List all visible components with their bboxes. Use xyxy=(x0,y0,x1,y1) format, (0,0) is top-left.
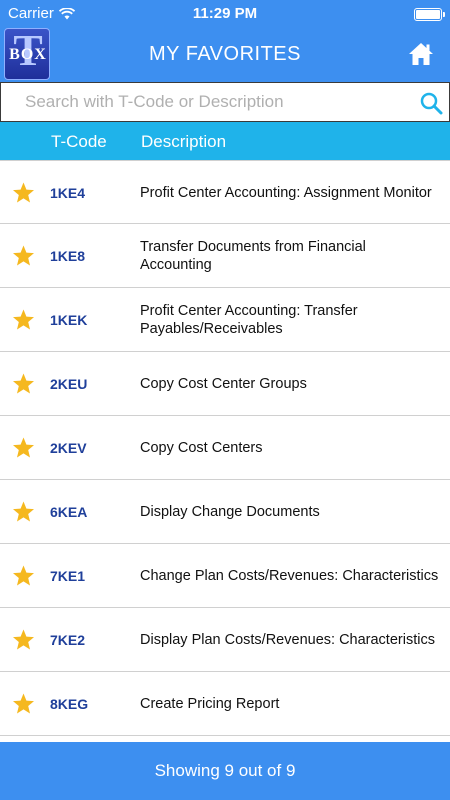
column-tcode-header: T-Code xyxy=(51,132,107,151)
column-description-header: Description xyxy=(141,132,227,151)
row-description: Create Pricing Report xyxy=(140,696,280,712)
results-footer: Showing 9 out of 9 xyxy=(0,742,450,800)
row-tcode: 1KE8 xyxy=(50,248,86,264)
star-icon[interactable] xyxy=(11,436,36,460)
star-icon[interactable] xyxy=(11,564,36,588)
battery-icon xyxy=(414,8,445,21)
row-tcode: 7KE1 xyxy=(50,568,86,584)
star-icon[interactable] xyxy=(11,372,36,396)
row-tcode: 2KEU xyxy=(50,376,88,392)
row-description: Profit Center Accounting: Assignment Mon… xyxy=(140,185,432,201)
row-tcode: 1KEK xyxy=(50,312,88,328)
page-title: MY FAVORITES xyxy=(149,43,301,65)
list-item[interactable]: 1KE8 Transfer Documents from Financial A… xyxy=(0,224,450,288)
row-description: Profit Center Accounting: Transfer Payab… xyxy=(140,303,358,337)
favorites-list: 1KE4 Profit Center Accounting: Assignmen… xyxy=(0,160,450,740)
row-description: Transfer Documents from Financial Accoun… xyxy=(140,239,366,273)
nav-bar: T BOX MY FAVORITES xyxy=(0,28,450,82)
row-description: Copy Cost Centers xyxy=(140,440,263,456)
status-time: 11:29 PM xyxy=(192,5,258,22)
column-header: T-Code Description xyxy=(0,122,450,160)
row-tcode: 8KEG xyxy=(50,696,89,712)
list-item[interactable]: 2KEV Copy Cost Centers xyxy=(0,416,450,480)
search-input[interactable] xyxy=(1,83,401,120)
row-tcode: 1KE4 xyxy=(50,185,86,201)
list-item[interactable]: 7KE1 Change Plan Costs/Revenues: Charact… xyxy=(0,544,450,608)
list-item[interactable]: 1KEK Profit Center Accounting: Transfer … xyxy=(0,288,450,352)
row-description: Copy Cost Center Groups xyxy=(140,376,307,392)
search-icon[interactable] xyxy=(419,91,443,115)
row-description: Change Plan Costs/Revenues: Characterist… xyxy=(140,568,439,584)
row-tcode: 6KEA xyxy=(50,504,88,520)
row-tcode: 2KEV xyxy=(50,440,87,456)
list-item[interactable]: 2KEU Copy Cost Center Groups xyxy=(0,352,450,416)
status-bar: Carrier 11:29 PM xyxy=(0,0,450,28)
star-icon[interactable] xyxy=(11,181,36,205)
star-icon[interactable] xyxy=(11,500,36,524)
star-icon[interactable] xyxy=(11,308,36,332)
row-tcode: 7KE2 xyxy=(50,632,86,648)
list-item[interactable]: 6KEA Display Change Documents xyxy=(0,480,450,544)
star-icon[interactable] xyxy=(11,692,36,716)
list-item[interactable]: 7KE2 Display Plan Costs/Revenues: Charac… xyxy=(0,608,450,672)
star-icon[interactable] xyxy=(11,628,36,652)
star-icon[interactable] xyxy=(11,244,36,268)
list-item[interactable]: 1KE4 Profit Center Accounting: Assignmen… xyxy=(0,160,450,224)
list-item[interactable]: 8KEG Create Pricing Report xyxy=(0,672,450,736)
row-description: Display Plan Costs/Revenues: Characteris… xyxy=(140,632,435,648)
home-icon[interactable] xyxy=(408,41,434,67)
search-bar xyxy=(0,82,450,122)
row-description: Display Change Documents xyxy=(140,504,320,520)
